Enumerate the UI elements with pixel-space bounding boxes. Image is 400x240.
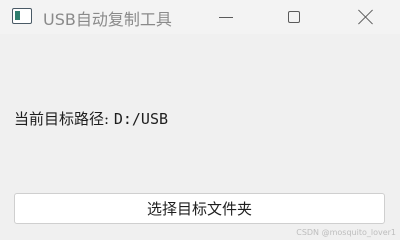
target-path-label: 当前目标路径: D:/USB	[14, 108, 168, 129]
close-button[interactable]	[342, 0, 388, 34]
maximize-icon	[288, 11, 300, 23]
window-app-icon	[12, 8, 32, 24]
target-path-prefix: 当前目标路径:	[14, 110, 110, 128]
watermark: CSDN @mosquito_lover1	[296, 228, 396, 237]
maximize-button[interactable]	[271, 0, 317, 34]
target-path-value: D:/USB	[113, 110, 169, 128]
select-target-folder-button[interactable]: 选择目标文件夹	[14, 193, 385, 224]
close-icon	[357, 9, 373, 25]
window-title: USB自动复制工具	[43, 10, 172, 29]
minimize-button[interactable]	[203, 0, 249, 34]
app-window: USB自动复制工具 当前目标路径: D:/USB 选择目标文件夹 CSDN @m…	[0, 0, 400, 240]
minimize-icon	[219, 16, 233, 18]
title-bar[interactable]: USB自动复制工具	[0, 0, 400, 34]
app-icon-accent	[15, 11, 20, 20]
